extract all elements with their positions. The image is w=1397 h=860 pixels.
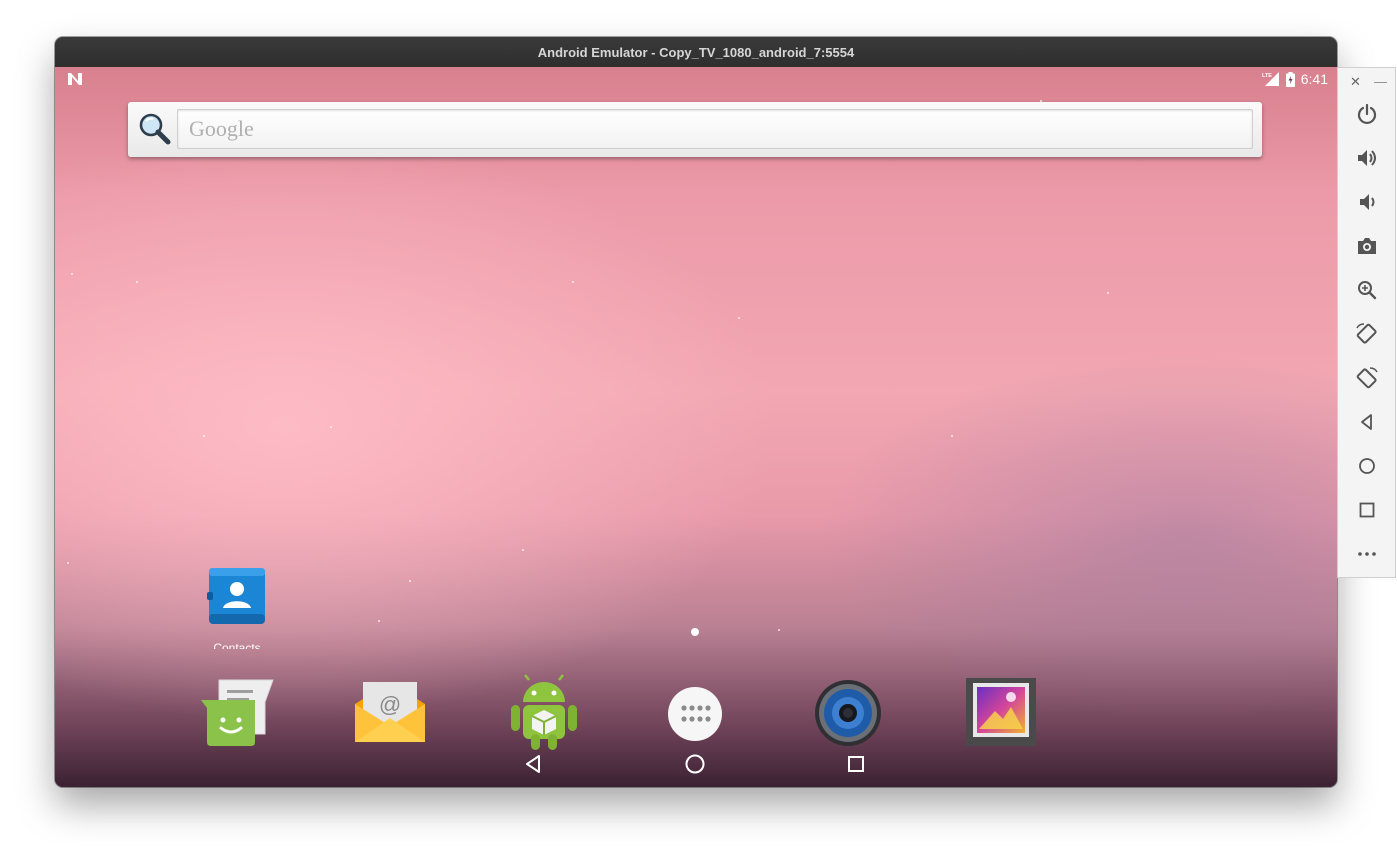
nav-back-icon[interactable] [519, 749, 549, 779]
magnifier-search-icon[interactable] [136, 111, 172, 147]
all-apps-launcher-icon[interactable] [667, 686, 723, 742]
close-icon[interactable]: ✕ [1350, 74, 1361, 90]
device-screen[interactable]: LTE 6:41 Google Contacts @ [55, 67, 1337, 787]
google-search-widget[interactable] [128, 102, 1262, 157]
minimize-icon[interactable]: — [1374, 74, 1387, 89]
search-input[interactable] [177, 109, 1253, 149]
back-icon[interactable] [1355, 410, 1379, 434]
nav-home-icon[interactable] [680, 749, 710, 779]
more-options-icon[interactable] [1355, 542, 1379, 566]
android-n-icon [68, 73, 82, 85]
window-title: Android Emulator - Copy_TV_1080_android_… [55, 37, 1337, 68]
rotate-right-icon[interactable] [1355, 366, 1379, 390]
page-indicator-dot [691, 628, 699, 636]
messaging-app-icon[interactable] [199, 676, 275, 748]
gallery-app-icon[interactable] [965, 677, 1037, 747]
battery-charging-icon [1285, 71, 1295, 87]
zoom-in-icon[interactable] [1355, 278, 1379, 302]
volume-down-icon[interactable] [1355, 190, 1379, 214]
home-icon[interactable] [1355, 454, 1379, 478]
contacts-app-icon[interactable] [205, 564, 269, 628]
power-icon[interactable] [1355, 102, 1379, 126]
volume-up-icon[interactable] [1355, 146, 1379, 170]
contacts-label: Contacts [213, 641, 261, 649]
navigation-bar [55, 739, 1337, 787]
lte-signal-icon: LTE [1262, 72, 1279, 86]
status-bar: LTE 6:41 [55, 67, 1337, 91]
music-speaker-icon[interactable] [814, 679, 882, 747]
status-time: 6:41 [1300, 71, 1328, 87]
emulator-control-panel: ✕ — [1337, 67, 1396, 578]
emulator-window: Android Emulator - Copy_TV_1080_android_… [55, 37, 1337, 787]
rotate-left-icon[interactable] [1355, 322, 1379, 346]
camera-screenshot-icon[interactable] [1355, 234, 1379, 258]
email-app-icon[interactable]: @ [353, 678, 427, 746]
svg-text:LTE: LTE [1262, 73, 1272, 79]
nav-recents-icon[interactable] [841, 749, 871, 779]
svg-text:@: @ [379, 692, 401, 717]
overview-icon[interactable] [1355, 498, 1379, 522]
